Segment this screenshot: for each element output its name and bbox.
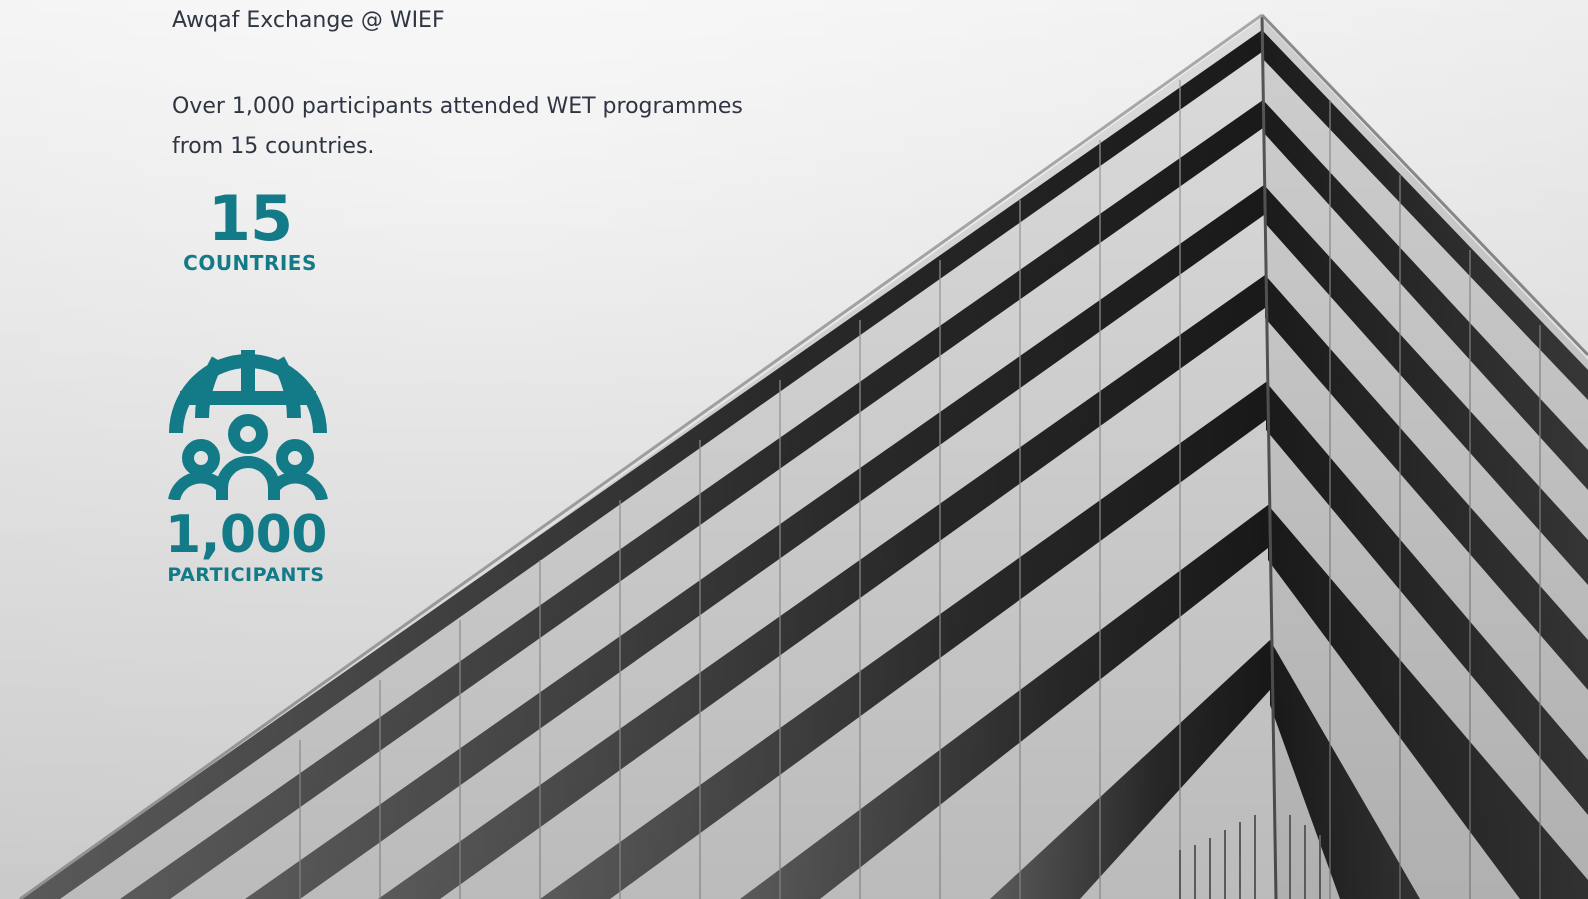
event-line: Awqaf Exchange @ WIEF — [172, 8, 445, 33]
countries-stat: 15 COUNTRIES — [160, 182, 340, 275]
participants-label: PARTICIPANTS — [167, 564, 325, 586]
summary-line-1: Over 1,000 participants attended WET pro… — [172, 94, 743, 119]
participants-stat: 1,000 PARTICIPANTS — [146, 506, 346, 586]
countries-value: 15 — [207, 182, 293, 255]
globe-people-icon — [168, 350, 328, 500]
report-page: Awqaf Exchange @ WIEF Over 1,000 partici… — [0, 0, 1588, 899]
countries-label: COUNTRIES — [183, 251, 317, 275]
participants-value: 1,000 — [165, 505, 327, 565]
participation-summary: Over 1,000 participants attended WET pro… — [172, 87, 792, 167]
summary-line-2: from 15 countries. — [172, 134, 375, 159]
